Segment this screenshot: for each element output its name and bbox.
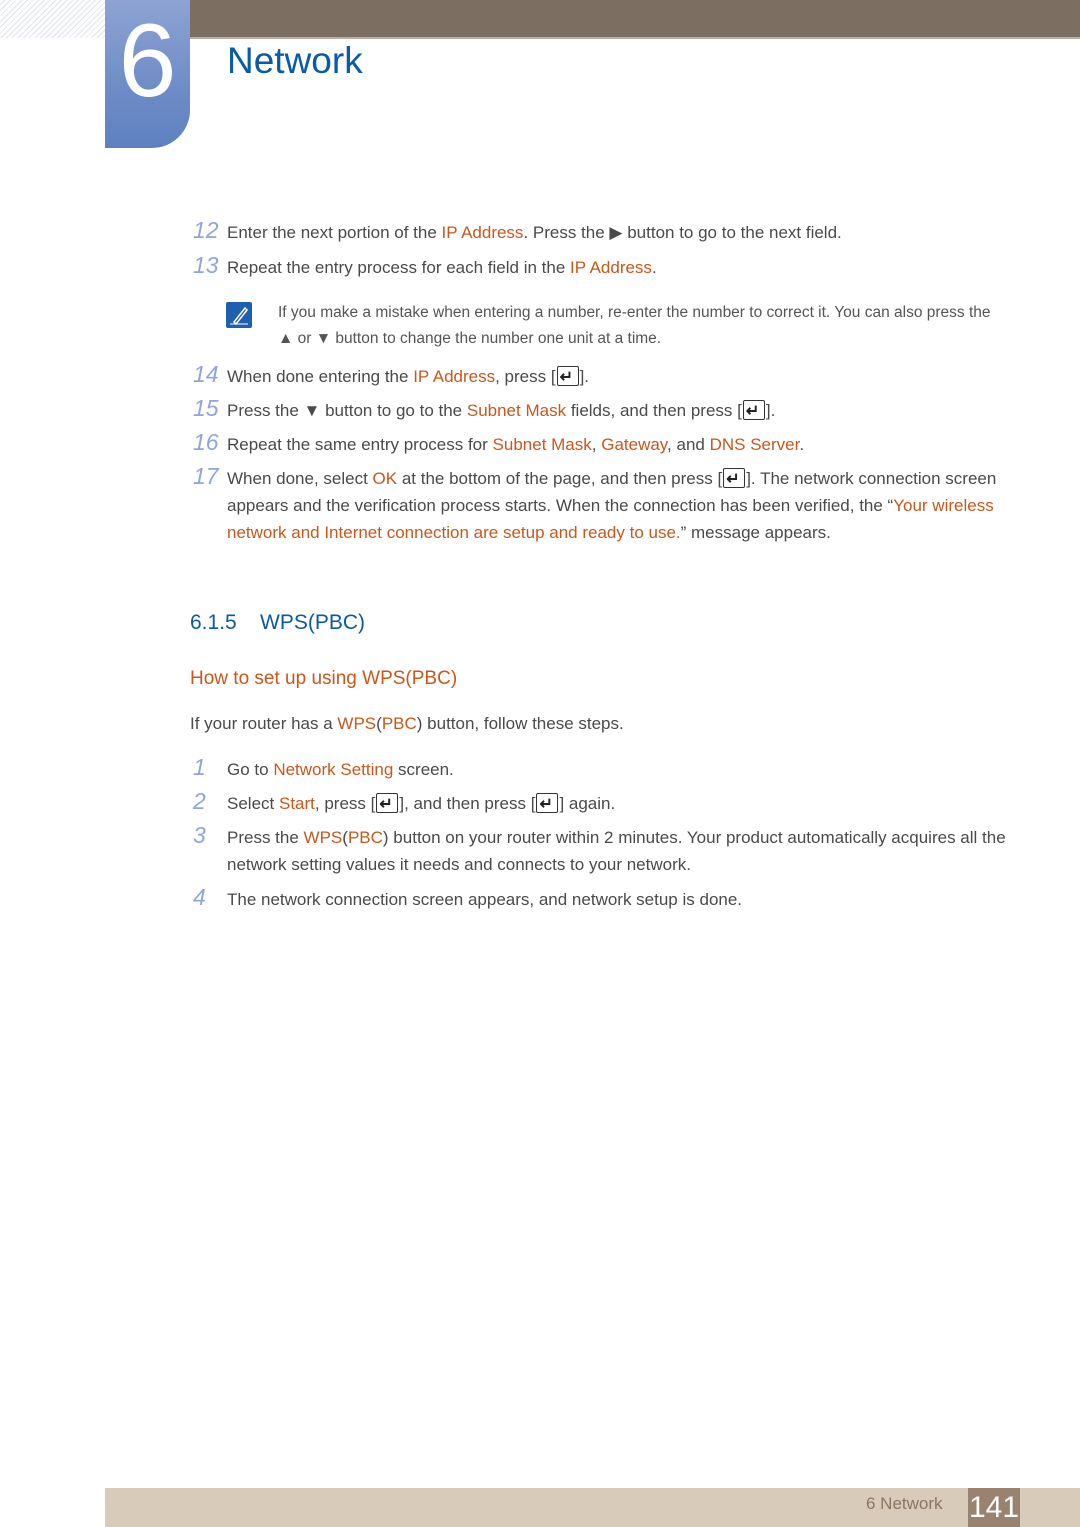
- step-number: 1: [193, 754, 206, 780]
- step-number: 17: [193, 463, 219, 489]
- chapter-title: Network: [227, 40, 363, 81]
- step-number: 15: [193, 395, 219, 421]
- step-number: 16: [193, 429, 219, 455]
- enter-key-icon: [376, 791, 399, 818]
- footer-chapter-label: 6 Network: [866, 1494, 943, 1513]
- section-heading: 6.1.5 WPS(PBC): [190, 611, 365, 634]
- step-number: 3: [193, 822, 206, 848]
- step-number: 14: [193, 361, 219, 387]
- step-14: When done entering the IP Address, press…: [227, 363, 1007, 391]
- step-15: Press the ▼ button to go to the Subnet M…: [227, 397, 1007, 425]
- enter-key-icon: [723, 466, 746, 493]
- decorative-hatch: [0, 0, 105, 38]
- step-number: 4: [193, 884, 206, 910]
- note-pencil-icon: [226, 302, 252, 328]
- note-text: If you make a mistake when entering a nu…: [278, 304, 991, 347]
- step-4: The network connection screen appears, a…: [227, 890, 743, 909]
- step-3: Press the WPS(PBC) button on your router…: [227, 828, 1006, 874]
- subsection-heading: How to set up using WPS(PBC): [190, 668, 458, 689]
- step-1: Go to Network Setting screen.: [227, 760, 454, 779]
- step-number: 13: [193, 252, 219, 278]
- header-bar: [190, 0, 1080, 39]
- step-13: Repeat the entry process for each field …: [227, 258, 657, 277]
- step-number: 2: [193, 788, 206, 814]
- step-number: 12: [193, 217, 219, 243]
- chapter-number: 6: [118, 3, 177, 119]
- step-12: Enter the next portion of the IP Address…: [227, 223, 842, 242]
- step-2: Select Start, press [], and then press […: [227, 790, 1007, 818]
- enter-key-icon: [556, 364, 579, 391]
- enter-key-icon: [536, 791, 559, 818]
- step-16: Repeat the same entry process for Subnet…: [227, 435, 805, 454]
- enter-key-icon: [742, 398, 765, 425]
- intro-text: If your router has a WPS(PBC) button, fo…: [190, 714, 624, 733]
- step-17: When done, select OK at the bottom of th…: [227, 465, 1007, 546]
- page-number: 141: [968, 1488, 1020, 1527]
